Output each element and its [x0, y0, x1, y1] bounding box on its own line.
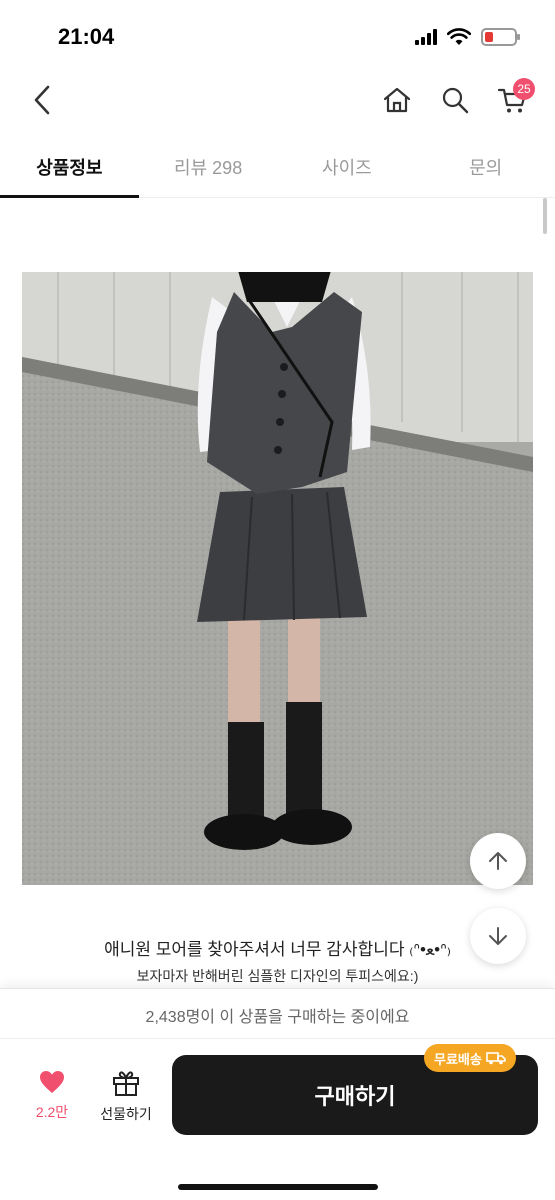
heart-icon [40, 1071, 64, 1093]
wifi-icon [447, 28, 471, 45]
status-bar: 21:04 [0, 0, 555, 70]
app-header: 25 [0, 70, 555, 130]
like-button[interactable]: 2.2만 [24, 1069, 80, 1122]
cart-button[interactable]: 25 [491, 78, 535, 122]
free-shipping-badge: 무료배송 [424, 1044, 516, 1072]
product-photo [22, 272, 533, 885]
gift-label: 선물하기 [100, 1106, 152, 1122]
battery-icon [481, 28, 520, 46]
gift-button[interactable]: 선물하기 [92, 1069, 160, 1124]
chevron-left-icon [34, 85, 50, 115]
home-button[interactable] [375, 78, 419, 122]
description-line-1: 애니원 모어를 찾아주셔서 너무 감사합니다 ₍ᐢ•ﻌ•ᐢ₎ [104, 940, 451, 959]
buyers-count-text: 2,438명이 이 상품을 구매하는 중이에요 [0, 989, 555, 1039]
search-icon [442, 87, 469, 114]
back-button[interactable] [22, 80, 62, 120]
free-shipping-label: 무료배송 [434, 1051, 482, 1067]
status-time: 21:04 [58, 24, 115, 49]
cart-count-badge: 25 [513, 78, 535, 100]
gift-icon [113, 1071, 139, 1096]
like-count: 2.2만 [35, 1104, 69, 1120]
scrollbar[interactable] [543, 198, 547, 234]
home-indicator[interactable] [178, 1184, 378, 1190]
home-icon [383, 87, 411, 113]
scroll-up-button[interactable] [470, 833, 526, 889]
tab-size[interactable]: 사이즈 [278, 136, 417, 197]
product-tabs: 상품정보 리뷰 298 사이즈 문의 [0, 136, 555, 198]
tab-reviews[interactable]: 리뷰 298 [139, 136, 278, 197]
truck-icon [486, 1052, 506, 1065]
purchase-bar: 2,438명이 이 상품을 구매하는 중이에요 2.2만 선물하기 구매하기 무… [0, 988, 555, 1200]
tab-product-info[interactable]: 상품정보 [0, 136, 139, 198]
tab-inquiry[interactable]: 문의 [416, 136, 555, 197]
header-actions: 25 [375, 78, 535, 122]
cellular-signal-icon [415, 29, 437, 45]
description-line-2: 보자마자 반해버린 심플한 디자인의 투피스에요:) [136, 968, 419, 984]
status-icons [415, 24, 520, 50]
search-button[interactable] [433, 78, 477, 122]
arrow-up-icon [489, 852, 507, 870]
